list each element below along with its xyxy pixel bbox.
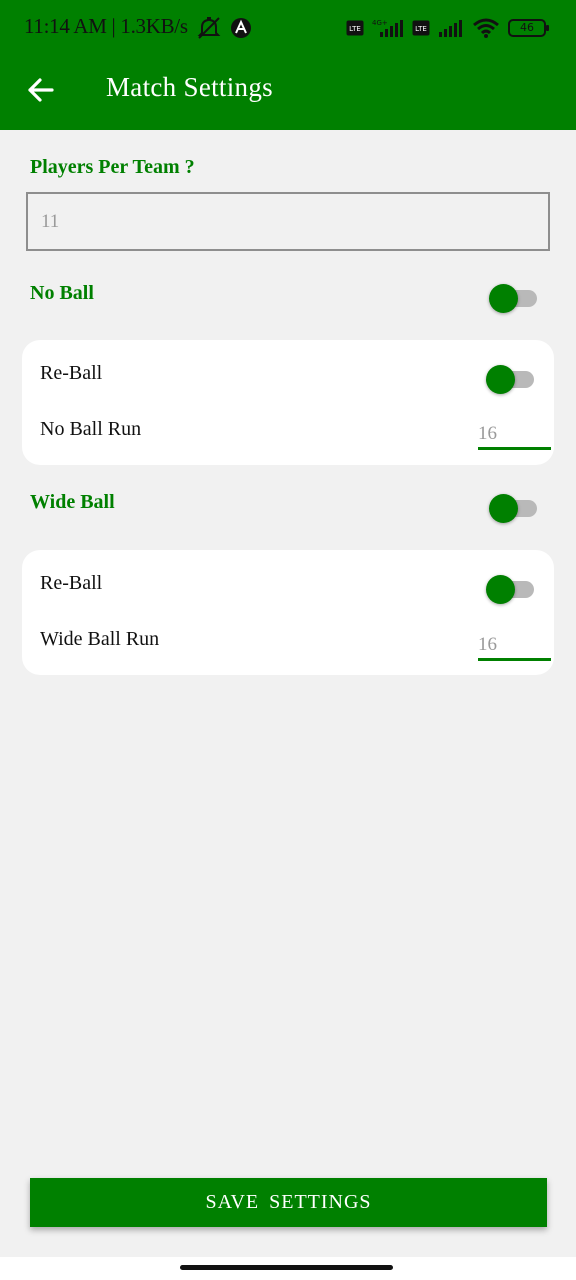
wifi-icon (473, 18, 499, 38)
no-ball-reball-toggle[interactable] (486, 363, 538, 395)
wide-ball-reball-label: Re-Ball (40, 572, 103, 594)
wide-ball-options-card: Re-Ball Wide Ball Run (22, 550, 554, 675)
no-ball-run-label: No Ball Run (40, 418, 142, 440)
mute-icon (197, 17, 221, 39)
svg-text:4G+: 4G+ (372, 19, 388, 27)
toggle-thumb (486, 365, 515, 394)
no-ball-run-input[interactable] (478, 416, 551, 450)
app-notification-icon (231, 18, 251, 38)
players-per-team-input[interactable] (26, 192, 550, 251)
home-indicator[interactable] (180, 1265, 393, 1270)
save-settings-button[interactable]: SAVE SETTINGS (30, 1178, 547, 1227)
players-per-team-label: Players Per Team ? (30, 156, 195, 178)
no-ball-options-card: Re-Ball No Ball Run (22, 340, 554, 465)
battery-icon: 46 (508, 19, 549, 37)
status-icons-right: LTE 4G+ LTE 46 (346, 14, 549, 42)
status-time: 11:14 AM | 1.3KB/s (24, 14, 188, 38)
arrow-left-icon (28, 78, 54, 102)
toggle-thumb (486, 575, 515, 604)
wide-ball-label: Wide Ball (30, 491, 115, 513)
signal-icon (439, 20, 462, 37)
volte-icon: LTE (346, 20, 364, 36)
wide-ball-run-input[interactable] (478, 627, 551, 661)
wide-ball-toggle[interactable] (489, 492, 541, 524)
svg-text:LTE: LTE (415, 25, 427, 33)
status-bar: 11:14 AM | 1.3KB/s LTE 4G+ LTE 46 (0, 0, 576, 56)
page-title: Match Settings (106, 72, 273, 102)
wide-ball-run-label: Wide Ball Run (40, 628, 160, 650)
4g-signal-icon: 4G+ (372, 19, 403, 37)
status-icons (196, 14, 252, 42)
system-nav-bar (0, 1257, 576, 1280)
no-ball-reball-label: Re-Ball (40, 362, 103, 384)
toggle-thumb (489, 284, 518, 313)
volte-icon-2: LTE (412, 20, 430, 36)
match-settings-screen: 11:14 AM | 1.3KB/s LTE 4G+ LTE 46 Match … (0, 0, 576, 1280)
battery-level: 46 (520, 21, 534, 34)
back-button[interactable] (22, 70, 62, 110)
app-header: 11:14 AM | 1.3KB/s LTE 4G+ LTE 46 Match … (0, 0, 576, 130)
no-ball-label: No Ball (30, 282, 94, 304)
no-ball-toggle[interactable] (489, 282, 541, 314)
wide-ball-reball-toggle[interactable] (486, 573, 538, 605)
svg-text:LTE: LTE (349, 25, 361, 33)
toggle-thumb (489, 494, 518, 523)
